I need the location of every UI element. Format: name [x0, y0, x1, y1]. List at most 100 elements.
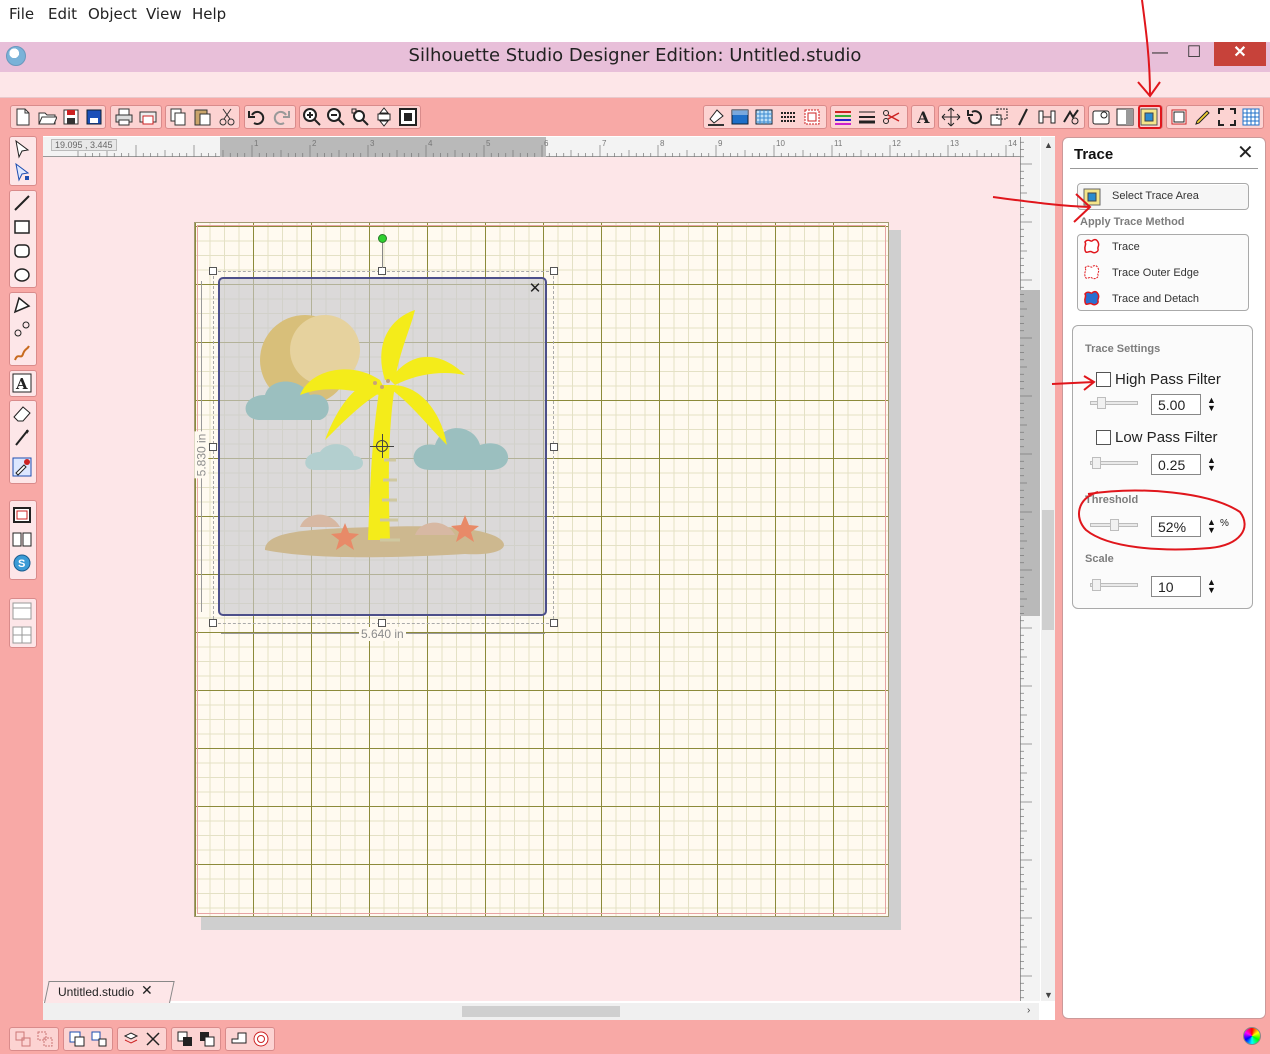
fit-to-page-icon[interactable] [398, 107, 418, 127]
high-pass-filter-slider-thumb[interactable] [1097, 397, 1106, 409]
polygon-tool-icon[interactable] [11, 294, 33, 316]
threshold-input[interactable]: 52% [1151, 516, 1201, 537]
layout-single-icon[interactable] [11, 600, 33, 622]
send-to-back-icon[interactable] [198, 1030, 216, 1048]
pattern-fill-icon[interactable] [754, 107, 774, 127]
fill-color-icon[interactable] [706, 107, 726, 127]
line-width-icon[interactable] [857, 107, 877, 127]
copy-icon[interactable] [168, 107, 188, 127]
replicate-icon[interactable] [1061, 107, 1081, 127]
save-icon[interactable] [61, 107, 81, 127]
horizontal-scrollbar-thumb[interactable] [462, 1006, 620, 1017]
select-arrow-icon[interactable] [11, 139, 33, 161]
ungroup-icon[interactable] [36, 1030, 54, 1048]
fullscreen-icon[interactable] [1217, 107, 1237, 127]
redo-icon[interactable] [271, 107, 291, 127]
layout-split-icon[interactable] [11, 624, 33, 646]
align-icon[interactable] [1037, 107, 1057, 127]
eraser-tool-icon[interactable] [11, 402, 33, 424]
undo-icon[interactable] [247, 107, 267, 127]
release-compound-icon[interactable] [90, 1030, 108, 1048]
trace-window-icon[interactable] [1139, 107, 1159, 127]
scale-icon[interactable] [989, 107, 1009, 127]
text-tool-icon[interactable]: A [11, 372, 33, 394]
text-style-icon[interactable]: A [913, 107, 933, 127]
line-color-icon[interactable] [833, 107, 853, 127]
resize-handle[interactable] [378, 619, 386, 627]
document-tab-close-icon[interactable]: ✕ [141, 982, 153, 999]
trace-method-outer-edge[interactable]: Trace Outer Edge [1112, 267, 1199, 279]
zoom-in-icon[interactable] [302, 107, 322, 127]
zoom-selection-icon[interactable] [350, 107, 370, 127]
open-folder-icon[interactable] [37, 107, 57, 127]
bring-to-front-icon[interactable] [176, 1030, 194, 1048]
duplicate-icon[interactable] [122, 1030, 140, 1048]
page-setup-icon[interactable] [1115, 107, 1135, 127]
rounded-rectangle-tool-icon[interactable] [11, 240, 33, 262]
menu-view[interactable]: View [146, 5, 182, 23]
zoom-out-icon[interactable] [326, 107, 346, 127]
color-wheel-icon[interactable] [1243, 1027, 1261, 1045]
trace-method-trace[interactable]: Trace [1112, 241, 1140, 253]
transform-move-icon[interactable] [941, 107, 961, 127]
sketch-pen-icon[interactable] [1193, 107, 1213, 127]
low-pass-filter-spinner[interactable]: ▲ ▼ [1207, 456, 1216, 473]
library-icon[interactable] [1091, 107, 1111, 127]
trace-method-detach[interactable]: Trace and Detach [1112, 293, 1199, 305]
menu-edit[interactable]: Edit [48, 5, 77, 23]
line-style-icon[interactable] [778, 107, 798, 127]
scroll-right-arrow-icon[interactable]: › [1027, 1005, 1030, 1016]
curve-tool-icon[interactable] [11, 318, 33, 340]
weld-icon[interactable] [230, 1030, 248, 1048]
print-icon[interactable] [114, 107, 134, 127]
low-pass-filter-slider-thumb[interactable] [1092, 457, 1101, 469]
low-pass-filter-input[interactable]: 0.25 [1151, 454, 1201, 475]
pan-icon[interactable] [374, 107, 394, 127]
new-file-icon[interactable] [13, 107, 33, 127]
high-pass-filter-spinner[interactable]: ▲ ▼ [1207, 396, 1216, 413]
library-book-icon[interactable] [11, 528, 33, 550]
shear-icon[interactable] [1013, 107, 1033, 127]
resize-handle[interactable] [209, 443, 217, 451]
cut-scissors-icon[interactable] [217, 107, 237, 127]
threshold-slider-thumb[interactable] [1110, 519, 1119, 531]
rotate-handle[interactable] [378, 234, 387, 243]
grid-settings-icon[interactable] [1241, 107, 1261, 127]
eyedropper-tool-icon[interactable] [11, 456, 33, 478]
freehand-tool-icon[interactable] [11, 342, 33, 364]
resize-handle[interactable] [378, 267, 386, 275]
make-compound-icon[interactable] [68, 1030, 86, 1048]
rectangle-tool-icon[interactable] [11, 216, 33, 238]
trace-icon[interactable] [1082, 237, 1101, 256]
menu-help[interactable]: Help [192, 5, 226, 23]
registration-marks-icon[interactable] [1169, 107, 1189, 127]
trace-outer-edge-icon[interactable] [1082, 263, 1101, 282]
point-edit-icon[interactable] [11, 162, 33, 184]
scale-input[interactable]: 10 [1151, 576, 1201, 597]
scale-slider-thumb[interactable] [1092, 579, 1101, 591]
high-pass-filter-input[interactable]: 5.00 [1151, 394, 1201, 415]
scroll-up-arrow-icon[interactable]: ▲ [1044, 140, 1053, 150]
maximize-button[interactable]: ☐ [1180, 42, 1208, 66]
gradient-fill-icon[interactable] [730, 107, 750, 127]
high-pass-filter-checkbox[interactable] [1096, 372, 1111, 387]
scroll-down-arrow-icon[interactable]: ▼ [1044, 990, 1053, 1000]
offset-icon[interactable] [252, 1030, 270, 1048]
threshold-spinner[interactable]: ▲ ▼ [1207, 518, 1216, 535]
low-pass-filter-checkbox[interactable] [1096, 430, 1111, 445]
menu-file[interactable]: File [9, 5, 34, 23]
online-store-icon[interactable]: S [11, 552, 33, 574]
show-mat-icon[interactable] [11, 504, 33, 526]
shadow-icon[interactable] [802, 107, 822, 127]
ellipse-tool-icon[interactable] [11, 264, 33, 286]
group-icon[interactable] [14, 1030, 32, 1048]
resize-handle[interactable] [550, 443, 558, 451]
resize-handle[interactable] [209, 267, 217, 275]
vertical-scrollbar-thumb[interactable] [1042, 510, 1054, 630]
trace-panel-close-icon[interactable]: ✕ [1237, 143, 1254, 163]
knife-tool-icon[interactable] [11, 426, 33, 448]
menu-object[interactable]: Object [88, 5, 137, 23]
minimize-button[interactable]: — [1146, 42, 1174, 66]
delete-icon[interactable] [144, 1030, 162, 1048]
send-to-cutter-icon[interactable] [138, 107, 158, 127]
